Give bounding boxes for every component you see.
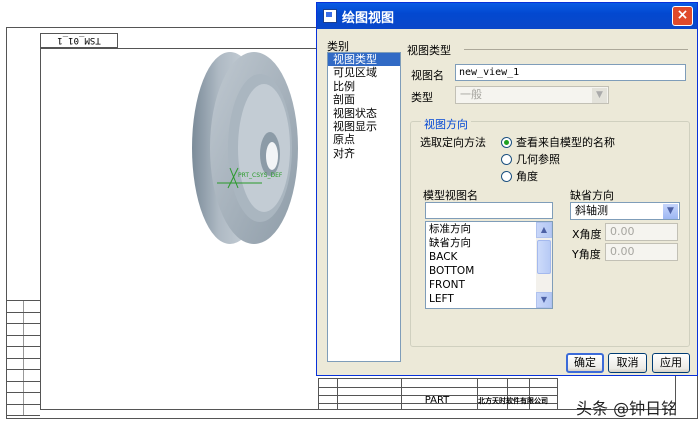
type-value: 一般 <box>460 88 482 101</box>
orientation-group-title: 视图方向 <box>421 116 471 132</box>
y-angle-value: 0.00 <box>610 245 635 258</box>
radio-selected-icon[interactable] <box>501 136 512 148</box>
default-orientation-value: 斜轴测 <box>575 204 608 217</box>
chevron-down-icon[interactable]: ▼ <box>536 292 552 308</box>
radio-model-name[interactable]: 查看来自模型的名称 <box>501 134 615 150</box>
category-item[interactable]: 剖面 <box>328 93 400 106</box>
model-view-search-input[interactable] <box>425 202 553 219</box>
window-icon <box>323 9 337 23</box>
category-item[interactable]: 对齐 <box>328 147 400 160</box>
close-icon: × <box>676 7 689 23</box>
category-item[interactable]: 视图显示 <box>328 120 400 133</box>
type-select[interactable]: 一般 ▼ <box>455 86 609 104</box>
x-angle-value: 0.00 <box>610 225 635 238</box>
part-label: PART <box>424 395 450 406</box>
category-item[interactable]: 可见区域 <box>328 66 400 79</box>
radio-icon[interactable] <box>501 153 512 165</box>
frame-label-box: TSM_01_1 <box>40 33 118 48</box>
y-angle-label: Y角度 <box>572 248 601 261</box>
dialog-titlebar[interactable]: 绘图视图 × <box>317 3 697 29</box>
chevron-down-icon: ▼ <box>592 88 607 103</box>
radio-geometry-reference[interactable]: 几何参照 <box>501 151 560 167</box>
model-views-label: 模型视图名 <box>423 189 478 202</box>
view-name-value: new_view_1 <box>459 67 520 78</box>
radio-label: 几何参照 <box>516 153 560 166</box>
list-item[interactable]: BACK <box>426 250 552 264</box>
default-orientation-label: 缺省方向 <box>570 189 614 202</box>
model-view-wheel[interactable]: PRT_CSYS_DEF <box>192 48 302 248</box>
dialog-title: 绘图视图 <box>342 10 395 26</box>
list-item[interactable]: 缺省方向 <box>426 236 552 250</box>
company-name: 北方天时软件有限公司 <box>478 397 548 405</box>
frame-label: TSM_01_1 <box>57 35 101 46</box>
model-coordinate-label: PRT_CSYS_DEF <box>238 172 283 179</box>
scrollbar-thumb[interactable] <box>537 240 551 274</box>
chevron-down-icon: ▼ <box>663 204 678 219</box>
apply-button[interactable]: 应用 <box>652 353 690 373</box>
cancel-button[interactable]: 取消 <box>608 353 647 373</box>
category-item[interactable]: 原点 <box>328 133 400 146</box>
category-item[interactable]: 比例 <box>328 80 400 93</box>
radio-icon[interactable] <box>501 170 512 182</box>
x-angle-input[interactable]: 0.00 <box>605 223 678 241</box>
section-title: 视图类型 <box>407 44 451 57</box>
ok-button[interactable]: 确定 <box>566 353 604 373</box>
list-scrollbar[interactable]: ▲ ▼ <box>536 222 552 308</box>
view-name-input[interactable]: new_view_1 <box>455 64 686 81</box>
close-button[interactable]: × <box>672 6 693 26</box>
radio-label: 查看来自模型的名称 <box>516 136 615 149</box>
chevron-up-icon[interactable]: ▲ <box>536 222 552 238</box>
x-angle-label: X角度 <box>572 228 602 241</box>
list-item[interactable]: 标准方向 <box>426 222 552 236</box>
radio-label: 角度 <box>516 170 538 183</box>
watermark: 头条 @钟日铭 <box>576 399 678 418</box>
radio-angle[interactable]: 角度 <box>501 168 538 184</box>
view-name-label: 视图名 <box>411 69 444 82</box>
list-item[interactable]: FRONT <box>426 278 552 292</box>
default-orientation-select[interactable]: 斜轴测 ▼ <box>570 202 680 220</box>
list-item[interactable]: BOTTOM <box>426 264 552 278</box>
y-angle-input[interactable]: 0.00 <box>605 243 678 261</box>
list-item[interactable]: LEFT <box>426 292 552 306</box>
category-item[interactable]: 视图状态 <box>328 107 400 120</box>
revision-table <box>6 300 40 416</box>
category-item[interactable]: 视图类型 <box>328 53 400 67</box>
category-list[interactable]: 视图类型 可见区域 比例 剖面 视图状态 视图显示 原点 对齐 <box>327 52 401 362</box>
section-divider <box>464 49 688 50</box>
orientation-method-label: 选取定向方法 <box>420 136 486 149</box>
type-label: 类型 <box>411 91 433 104</box>
drawing-view-dialog: 绘图视图 × 类别 视图类型 可见区域 比例 剖面 视图状态 视图显示 原点 对… <box>316 2 698 376</box>
model-view-list[interactable]: 标准方向 缺省方向 BACK BOTTOM FRONT LEFT ▲ ▼ <box>425 221 553 309</box>
